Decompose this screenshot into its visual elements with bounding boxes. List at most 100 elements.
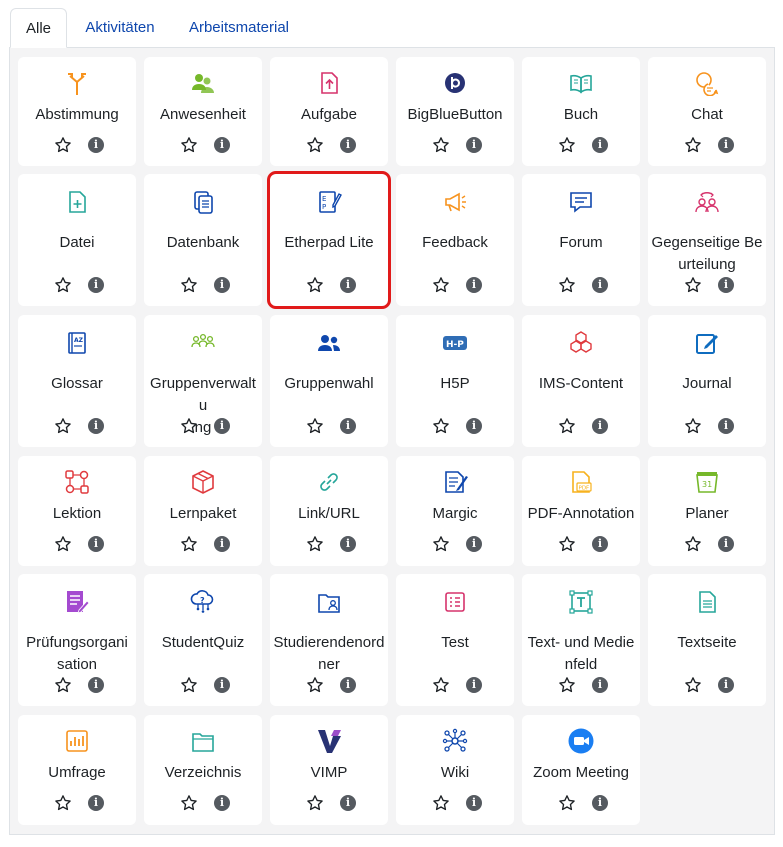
star-icon[interactable] <box>179 135 199 155</box>
star-icon[interactable] <box>179 534 199 554</box>
star-icon[interactable] <box>557 675 577 695</box>
star-icon[interactable] <box>53 793 73 813</box>
star-icon[interactable] <box>305 135 325 155</box>
star-icon[interactable] <box>431 534 451 554</box>
module-card[interactable]: Lektion i <box>18 456 136 566</box>
info-icon[interactable]: i <box>592 795 608 811</box>
module-card[interactable]: Chat i <box>648 57 766 166</box>
module-card[interactable]: Datei i <box>18 174 136 306</box>
tab-alle[interactable]: Alle <box>10 8 67 48</box>
star-icon[interactable] <box>431 416 451 436</box>
info-icon[interactable]: i <box>214 677 230 693</box>
module-card[interactable]: PDF PDF-Annotation i <box>522 456 640 566</box>
module-card[interactable]: Text- und Medienfeld i <box>522 574 640 706</box>
star-icon[interactable] <box>53 135 73 155</box>
info-icon[interactable]: i <box>466 137 482 153</box>
module-card[interactable]: AZ Glossar i <box>18 315 136 447</box>
info-icon[interactable]: i <box>340 795 356 811</box>
module-card[interactable]: Gegenseitige Beurteilung i <box>648 174 766 306</box>
module-card[interactable]: Gruppenverwaltu ng i <box>144 315 262 447</box>
info-icon[interactable]: i <box>214 795 230 811</box>
module-card[interactable]: Anwesenheit i <box>144 57 262 166</box>
star-icon[interactable] <box>305 675 325 695</box>
info-icon[interactable]: i <box>466 418 482 434</box>
info-icon[interactable]: i <box>214 536 230 552</box>
star-icon[interactable] <box>431 675 451 695</box>
module-card[interactable]: E P Etherpad Lite i <box>267 171 391 309</box>
module-card[interactable]: H-P H5P i <box>396 315 514 447</box>
info-icon[interactable]: i <box>718 536 734 552</box>
info-icon[interactable]: i <box>718 277 734 293</box>
module-card[interactable]: Buch i <box>522 57 640 166</box>
module-card[interactable]: Journal i <box>648 315 766 447</box>
info-icon[interactable]: i <box>718 677 734 693</box>
module-card[interactable]: Umfrage i <box>18 715 136 825</box>
star-icon[interactable] <box>683 416 703 436</box>
info-icon[interactable]: i <box>214 418 230 434</box>
info-icon[interactable]: i <box>340 418 356 434</box>
module-card[interactable]: Forum i <box>522 174 640 306</box>
info-icon[interactable]: i <box>340 277 356 293</box>
tab-aktivitaeten[interactable]: Aktivitäten <box>72 8 168 48</box>
info-icon[interactable]: i <box>592 137 608 153</box>
star-icon[interactable] <box>557 135 577 155</box>
info-icon[interactable]: i <box>466 536 482 552</box>
info-icon[interactable]: i <box>88 795 104 811</box>
star-icon[interactable] <box>683 135 703 155</box>
star-icon[interactable] <box>431 275 451 295</box>
info-icon[interactable]: i <box>88 137 104 153</box>
module-card[interactable]: Test i <box>396 574 514 706</box>
module-card[interactable]: ? StudentQuiz i <box>144 574 262 706</box>
star-icon[interactable] <box>305 416 325 436</box>
info-icon[interactable]: i <box>592 277 608 293</box>
star-icon[interactable] <box>53 675 73 695</box>
star-icon[interactable] <box>683 534 703 554</box>
module-card[interactable]: Feedback i <box>396 174 514 306</box>
star-icon[interactable] <box>305 793 325 813</box>
module-card[interactable]: Verzeichnis i <box>144 715 262 825</box>
star-icon[interactable] <box>557 275 577 295</box>
star-icon[interactable] <box>305 534 325 554</box>
star-icon[interactable] <box>53 534 73 554</box>
info-icon[interactable]: i <box>718 418 734 434</box>
info-icon[interactable]: i <box>466 677 482 693</box>
info-icon[interactable]: i <box>214 137 230 153</box>
star-icon[interactable] <box>179 275 199 295</box>
module-card[interactable]: Abstimmung i <box>18 57 136 166</box>
star-icon[interactable] <box>53 275 73 295</box>
star-icon[interactable] <box>305 275 325 295</box>
module-card[interactable]: Textseite i <box>648 574 766 706</box>
module-card[interactable]: IMS-Content i <box>522 315 640 447</box>
star-icon[interactable] <box>557 416 577 436</box>
module-card[interactable]: Wiki i <box>396 715 514 825</box>
module-card[interactable]: 31 Planer i <box>648 456 766 566</box>
module-card[interactable]: BigBlueButton i <box>396 57 514 166</box>
star-icon[interactable] <box>179 675 199 695</box>
module-card[interactable]: Studierendenord ner i <box>270 574 388 706</box>
module-card[interactable]: Prüfungsorgani sation i <box>18 574 136 706</box>
module-card[interactable]: Link/URL i <box>270 456 388 566</box>
star-icon[interactable] <box>179 416 199 436</box>
module-card[interactable]: Lernpaket i <box>144 456 262 566</box>
info-icon[interactable]: i <box>88 536 104 552</box>
info-icon[interactable]: i <box>340 137 356 153</box>
info-icon[interactable]: i <box>88 277 104 293</box>
info-icon[interactable]: i <box>592 418 608 434</box>
module-card[interactable]: Aufgabe i <box>270 57 388 166</box>
module-card[interactable]: Zoom Meeting i <box>522 715 640 825</box>
star-icon[interactable] <box>53 416 73 436</box>
star-icon[interactable] <box>683 275 703 295</box>
module-card[interactable]: Margic i <box>396 456 514 566</box>
info-icon[interactable]: i <box>214 277 230 293</box>
info-icon[interactable]: i <box>340 536 356 552</box>
info-icon[interactable]: i <box>466 795 482 811</box>
info-icon[interactable]: i <box>88 418 104 434</box>
info-icon[interactable]: i <box>88 677 104 693</box>
info-icon[interactable]: i <box>718 137 734 153</box>
info-icon[interactable]: i <box>466 277 482 293</box>
star-icon[interactable] <box>683 675 703 695</box>
module-card[interactable]: Datenbank i <box>144 174 262 306</box>
star-icon[interactable] <box>557 534 577 554</box>
star-icon[interactable] <box>557 793 577 813</box>
star-icon[interactable] <box>431 793 451 813</box>
